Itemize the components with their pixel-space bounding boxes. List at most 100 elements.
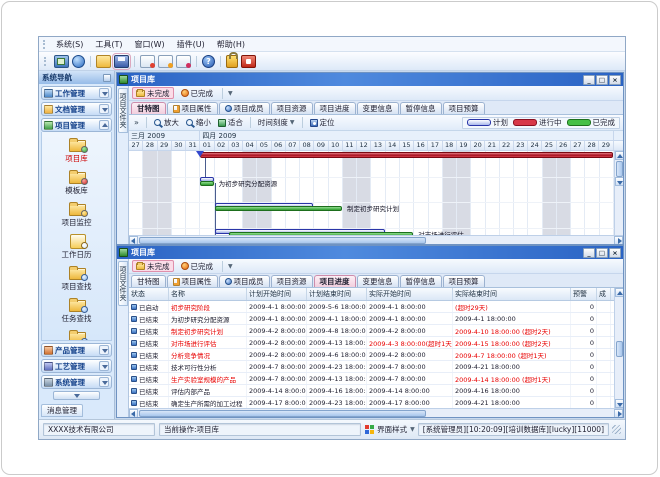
filter-unfinished-button[interactable]: 未完成 bbox=[132, 87, 174, 99]
close-button[interactable]: × bbox=[609, 75, 621, 85]
tab-3[interactable]: 项目资源 bbox=[271, 102, 313, 114]
vertical-scrollbar[interactable] bbox=[614, 288, 623, 408]
scroll-thumb[interactable] bbox=[139, 237, 426, 244]
tab-1[interactable]: 项目属性 bbox=[167, 102, 218, 114]
sidebar-item-task-search[interactable]: 任务查找 bbox=[42, 295, 111, 327]
chevron-down-icon[interactable] bbox=[99, 377, 109, 387]
column-header-1[interactable]: 名称 bbox=[169, 288, 247, 300]
menu-item-3[interactable]: 插件(U) bbox=[171, 38, 211, 51]
tab-project-folder[interactable]: 项目文件夹 bbox=[118, 261, 128, 306]
lock-icon[interactable] bbox=[226, 55, 238, 68]
scroll-left-button[interactable] bbox=[129, 409, 138, 418]
horizontal-scrollbar[interactable] bbox=[129, 235, 623, 244]
horizontal-scrollbar[interactable] bbox=[129, 408, 623, 417]
sidebar-group-process-mgmt[interactable]: 工艺管理 bbox=[41, 359, 112, 373]
exit-icon[interactable] bbox=[241, 55, 256, 68]
sidebar-group-product-mgmt[interactable]: 产品管理 bbox=[41, 343, 112, 357]
time-scale-button[interactable]: 时间刻度▼ bbox=[256, 117, 297, 128]
scroll-up-button[interactable] bbox=[615, 288, 624, 297]
restore-button[interactable]: □ bbox=[596, 75, 608, 85]
tab-1[interactable]: 项目属性 bbox=[167, 275, 218, 287]
zoom-out-button[interactable]: 缩小 bbox=[184, 117, 213, 128]
sidebar-group-project-mgmt[interactable]: 项目管理 bbox=[41, 118, 112, 132]
tab-2[interactable]: 项目成员 bbox=[219, 102, 270, 114]
tab-6[interactable]: 暂停信息 bbox=[400, 275, 442, 287]
gantt-bar-actual[interactable] bbox=[200, 181, 213, 186]
menu-item-2[interactable]: 窗口(W) bbox=[128, 38, 170, 51]
gantt-bar-actual[interactable] bbox=[229, 232, 413, 235]
resize-grip[interactable] bbox=[612, 425, 621, 434]
tab-7[interactable]: 项目预算 bbox=[443, 102, 485, 114]
table-row[interactable]: 已结束为初步研究分配资源2009-4-1 8:00:002009-4-1 18:… bbox=[129, 313, 614, 325]
table-row[interactable]: 已结束制定初步研究计划2009-4-2 8:00:002009-4-8 18:0… bbox=[129, 325, 614, 337]
zoom-in-button[interactable]: 放大 bbox=[152, 117, 181, 128]
fit-button[interactable]: 适合 bbox=[216, 117, 245, 128]
table-row[interactable]: 已结束确定生产所需的加工过程2009-4-17 8:00:002009-4-23… bbox=[129, 397, 614, 408]
tab-5[interactable]: 变更信息 bbox=[357, 275, 399, 287]
tab-7[interactable]: 项目预算 bbox=[443, 275, 485, 287]
plan-icon[interactable] bbox=[176, 55, 191, 68]
scroll-thumb[interactable] bbox=[616, 161, 623, 177]
tab-message-management[interactable]: 消息管理 bbox=[41, 404, 83, 417]
interface-style-dropdown-icon[interactable]: ▼ bbox=[410, 426, 415, 433]
table-row[interactable]: 已结束分析竞争情况2009-4-2 8:00:002009-4-6 18:00:… bbox=[129, 349, 614, 361]
column-header-5[interactable]: 实际结束时间 bbox=[453, 288, 571, 300]
window-titlebar[interactable]: 项目库_□× bbox=[117, 246, 623, 259]
column-header-0[interactable]: 状态 bbox=[129, 288, 169, 300]
table-row[interactable]: 已结束评估内部产品2009-4-14 8:00:002009-4-16 18:0… bbox=[129, 385, 614, 397]
chevron-down-icon[interactable] bbox=[99, 361, 109, 371]
tab-5[interactable]: 变更信息 bbox=[357, 102, 399, 114]
column-header-6[interactable]: 预警 bbox=[571, 288, 597, 300]
tab-4[interactable]: 项目进度 bbox=[314, 102, 356, 114]
minimize-button[interactable]: _ bbox=[583, 248, 595, 258]
table-row[interactable]: 已结束生产实验室规模的产品2009-4-7 8:00:002009-4-13 1… bbox=[129, 373, 614, 385]
sidebar-item-project-monitor[interactable]: 项目监控 bbox=[42, 199, 111, 231]
sidebar-item-project-search[interactable]: 项目查找 bbox=[42, 263, 111, 295]
chevron-down-icon[interactable] bbox=[99, 345, 109, 355]
tab-2[interactable]: 项目成员 bbox=[219, 275, 270, 287]
filter-finished-button[interactable]: 已完成 bbox=[177, 260, 218, 272]
sidebar-group-doc-mgmt[interactable]: 文档管理 bbox=[41, 102, 112, 116]
tab-3[interactable]: 项目资源 bbox=[271, 275, 313, 287]
gantt-body[interactable]: 为初步研究分配资源制定初步研究计划对市场进行评估分析竞争情况技术可行性分析生产实… bbox=[129, 151, 614, 235]
sidebar-group-system-mgmt[interactable]: 系统管理 bbox=[41, 375, 112, 389]
scroll-down-button[interactable] bbox=[615, 177, 624, 186]
sidebar-item-project-doc-search[interactable]: 项目文档查找 bbox=[42, 327, 111, 341]
sidebar-header-icon[interactable] bbox=[103, 74, 111, 82]
scroll-thumb[interactable] bbox=[616, 341, 623, 357]
filter-unfinished-button[interactable]: 未完成 bbox=[132, 260, 174, 272]
column-header-7[interactable]: 成 bbox=[597, 288, 611, 300]
report-icon[interactable] bbox=[140, 55, 155, 68]
close-button[interactable]: × bbox=[609, 248, 621, 258]
overflow-button[interactable]: » bbox=[132, 118, 141, 127]
sidebar-more-button[interactable] bbox=[53, 391, 100, 400]
tab-0[interactable]: 甘特图 bbox=[131, 102, 166, 114]
scroll-up-button[interactable] bbox=[615, 151, 624, 160]
connect-icon[interactable] bbox=[54, 55, 69, 68]
tab-0[interactable]: 甘特图 bbox=[131, 275, 166, 287]
sidebar-group-work-mgmt[interactable]: 工作管理 bbox=[41, 86, 112, 100]
tab-6[interactable]: 暂停信息 bbox=[400, 102, 442, 114]
web-icon[interactable] bbox=[72, 55, 85, 68]
sidebar-item-work-calendar[interactable]: 工作日历 bbox=[42, 231, 111, 263]
table-row[interactable]: 已结束技术可行性分析2009-4-7 8:00:002009-4-23 18:0… bbox=[129, 361, 614, 373]
tab-project-folder[interactable]: 项目文件夹 bbox=[118, 88, 128, 133]
help-icon[interactable]: ? bbox=[202, 55, 215, 68]
scroll-right-button[interactable] bbox=[614, 409, 623, 418]
chevron-down-icon[interactable] bbox=[99, 104, 109, 114]
chevron-up-icon[interactable] bbox=[99, 120, 109, 130]
tab-4[interactable]: 项目进度 bbox=[314, 275, 356, 287]
menu-item-4[interactable]: 帮助(H) bbox=[211, 38, 251, 51]
window-titlebar[interactable]: 项目库_□× bbox=[117, 73, 623, 86]
locate-button[interactable]: 定位 bbox=[308, 117, 337, 128]
more-dropdown-icon[interactable]: ▼ bbox=[228, 90, 233, 97]
interface-style-label[interactable]: 界面样式 bbox=[377, 424, 407, 435]
menu-item-1[interactable]: 工具(T) bbox=[89, 38, 128, 51]
menu-item-0[interactable]: 系统(S) bbox=[50, 38, 89, 51]
open-folder-icon[interactable] bbox=[96, 55, 111, 68]
audit-icon[interactable] bbox=[158, 55, 173, 68]
column-header-2[interactable]: 计划开始时间 bbox=[247, 288, 307, 300]
column-header-3[interactable]: 计划结束时间 bbox=[307, 288, 367, 300]
sidebar-item-project-library[interactable]: 项目库 bbox=[42, 135, 111, 167]
table-row[interactable]: 已启动初步研究阶段2009-4-1 8:00:002009-5-6 18:00:… bbox=[129, 301, 614, 313]
